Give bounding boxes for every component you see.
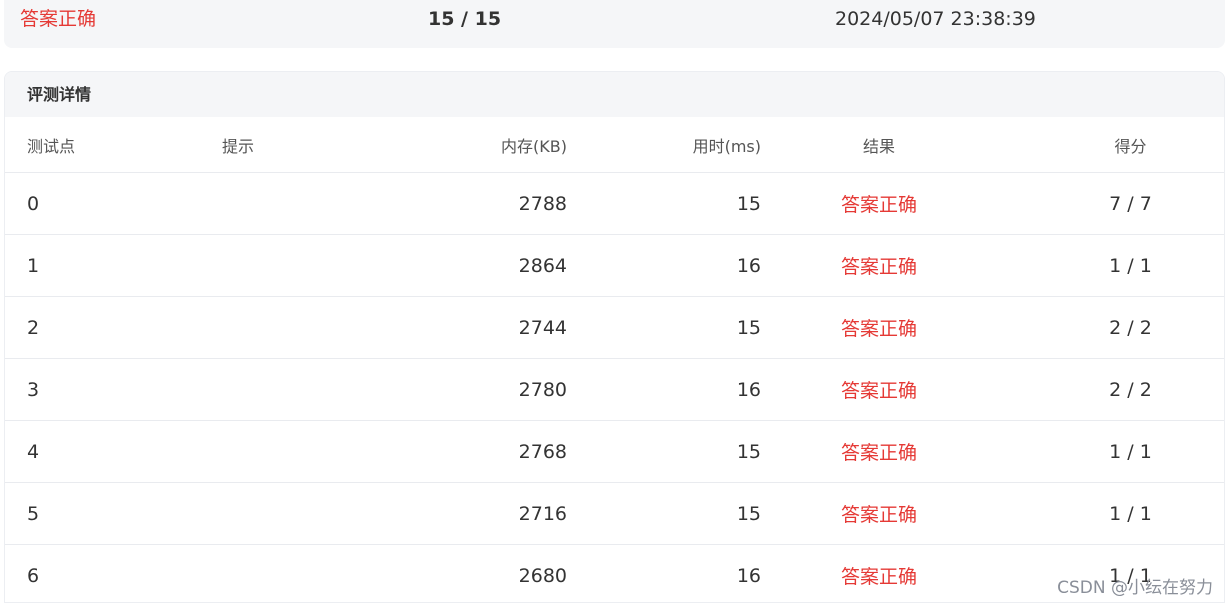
csdn-watermark: CSDN @小纭在努力	[1057, 578, 1213, 598]
time-value: 16	[736, 378, 761, 401]
summary-status: 答案正确	[20, 8, 97, 30]
score-value: 1 / 1	[1109, 440, 1152, 463]
score-value: 7 / 7	[1109, 192, 1152, 215]
test-point-id: 4	[27, 440, 40, 463]
table-row: 4 2768 15 答案正确 1 / 1	[5, 421, 1224, 483]
column-header-score: 得分	[1114, 136, 1147, 156]
test-point-id: 5	[27, 502, 40, 525]
test-point-id: 3	[27, 378, 40, 401]
table-row: 1 2864 16 答案正确 1 / 1	[5, 235, 1224, 297]
column-header-time: 用时(ms)	[692, 136, 761, 156]
result-status: 答案正确	[840, 380, 917, 402]
result-status: 答案正确	[840, 256, 917, 278]
time-value: 15	[736, 502, 761, 525]
time-value: 16	[736, 564, 761, 587]
memory-value: 2680	[518, 564, 567, 587]
details-header: 评测详情	[5, 72, 1224, 117]
score-value: 2 / 2	[1109, 378, 1152, 401]
test-point-id: 1	[27, 254, 40, 277]
results-table-body: 0 2788 15 答案正确 7 / 7 1 2864 16 答案正确 1 / …	[5, 173, 1224, 602]
time-value: 15	[736, 192, 761, 215]
table-row: 3 2780 16 答案正确 2 / 2	[5, 359, 1224, 421]
column-header-result: 结果	[862, 136, 895, 156]
result-status: 答案正确	[840, 442, 917, 464]
memory-value: 2864	[518, 254, 567, 277]
memory-value: 2788	[518, 192, 567, 215]
details-title: 评测详情	[27, 85, 92, 104]
score-value: 1 / 1	[1109, 502, 1152, 525]
column-header-memory: 内存(KB)	[501, 136, 567, 156]
submission-summary: 答案正确 15 / 15 2024/05/07 23:38:39	[4, 0, 1225, 48]
table-row: 0 2788 15 答案正确 7 / 7	[5, 173, 1224, 235]
result-status: 答案正确	[840, 318, 917, 340]
test-point-id: 0	[27, 192, 40, 215]
memory-value: 2780	[518, 378, 567, 401]
memory-value: 2768	[518, 440, 567, 463]
summary-score: 15 / 15	[428, 8, 502, 30]
table-row: 6 2680 16 答案正确 1 / 1	[5, 545, 1224, 602]
time-value: 15	[736, 440, 761, 463]
table-row: 5 2716 15 答案正确 1 / 1	[5, 483, 1224, 545]
score-value: 2 / 2	[1109, 316, 1152, 339]
memory-value: 2716	[518, 502, 567, 525]
time-value: 15	[736, 316, 761, 339]
result-status: 答案正确	[840, 504, 917, 526]
memory-value: 2744	[518, 316, 567, 339]
column-header-hint: 提示	[222, 136, 255, 156]
test-point-id: 6	[27, 564, 40, 587]
column-header-test-point: 测试点	[27, 136, 76, 156]
test-point-id: 2	[27, 316, 40, 339]
time-value: 16	[736, 254, 761, 277]
table-header-row: 测试点 提示 内存(KB) 用时(ms) 结果 得分	[5, 117, 1224, 173]
summary-submitted-time: 2024/05/07 23:38:39	[835, 8, 1036, 30]
result-status: 答案正确	[840, 194, 917, 216]
result-status: 答案正确	[840, 566, 917, 588]
table-row: 2 2744 15 答案正确 2 / 2	[5, 297, 1224, 359]
judge-details-panel: 评测详情 测试点 提示 内存(KB) 用时(ms) 结果 得分 0 2788 1…	[4, 71, 1225, 603]
score-value: 1 / 1	[1109, 254, 1152, 277]
